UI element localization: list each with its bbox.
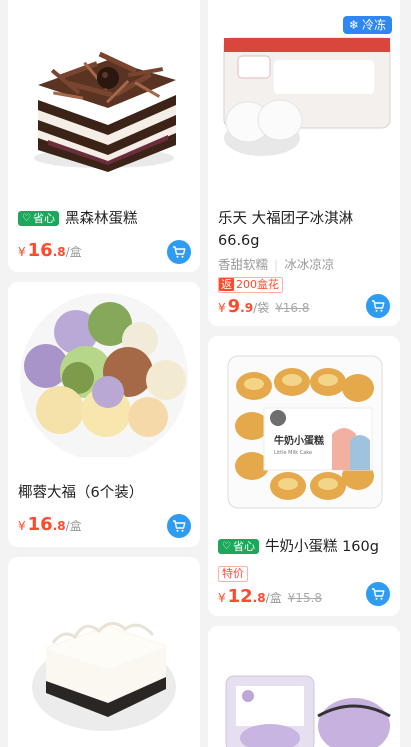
cheesecake-image bbox=[8, 557, 200, 747]
special-price-tag: 特价 bbox=[218, 566, 248, 582]
product-title: ♡ 省心 黑森林蛋糕 bbox=[18, 208, 190, 230]
rebate-promo-tag: 返 200盒花 bbox=[218, 277, 283, 293]
add-to-cart-button[interactable] bbox=[366, 294, 390, 318]
heart-icon: ♡ bbox=[22, 213, 31, 224]
product-card-cheesecake[interactable] bbox=[8, 557, 200, 747]
shengxin-badge: ♡ 省心 bbox=[18, 211, 59, 226]
product-price: ¥16.8/盒 bbox=[18, 514, 82, 535]
add-to-cart-button[interactable] bbox=[366, 582, 390, 606]
cart-icon bbox=[372, 300, 385, 312]
product-price: ¥16.8/盒 bbox=[18, 240, 82, 261]
box-sublabel: Little Milk Cake bbox=[274, 450, 312, 456]
box-label: 牛奶小蛋糕 bbox=[274, 434, 324, 447]
product-card-coconut-daifuku[interactable]: 椰蓉大福（6个装） ¥16.8/盒 bbox=[8, 282, 200, 547]
add-to-cart-button[interactable] bbox=[167, 240, 191, 264]
product-card-lotte-daifuku[interactable]: ❄ 冷冻 乐天 大福团子冰淇淋66.6g 香甜软糯 | 冰冰凉凉 返 200盒花 ¥9.… bbox=[208, 0, 400, 326]
black-forest-cake-image bbox=[8, 0, 200, 190]
coconut-daifuku-image bbox=[8, 282, 200, 457]
heart-icon: ♡ bbox=[222, 541, 231, 552]
product-price: ¥12.8/盒 ¥15.8 bbox=[218, 586, 323, 607]
product-card-japanese-daifuku[interactable] bbox=[208, 626, 400, 747]
cart-icon bbox=[372, 588, 385, 600]
product-title: 乐天 大福团子冰淇淋66.6g bbox=[218, 211, 354, 249]
shengxin-badge: ♡ 省心 bbox=[218, 539, 259, 554]
product-tags: 香甜软糯 | 冰冰凉凉 bbox=[218, 257, 335, 272]
snowflake-icon: ❄ bbox=[348, 18, 359, 32]
cart-icon bbox=[173, 246, 186, 258]
japanese-daifuku-image bbox=[208, 626, 400, 747]
product-card-black-forest[interactable]: ♡ 省心 黑森林蛋糕 ¥16.8/盒 bbox=[8, 0, 200, 272]
product-title: ♡ 省心 牛奶小蛋糕 160g bbox=[218, 536, 390, 558]
add-to-cart-button[interactable] bbox=[167, 514, 191, 538]
cart-icon bbox=[173, 520, 186, 532]
frozen-badge: ❄ 冷冻 bbox=[342, 16, 392, 34]
milk-cake-image: 牛奶小蛋糕 Little Milk Cake bbox=[208, 336, 400, 516]
product-title: 椰蓉大福（6个装） bbox=[18, 485, 144, 501]
product-price: ¥9.9/袋 ¥16.8 bbox=[218, 296, 310, 317]
product-card-milk-cake[interactable]: 牛奶小蛋糕 Little Milk Cake ♡ 省心 牛奶小蛋糕 160g 特价 … bbox=[208, 336, 400, 616]
